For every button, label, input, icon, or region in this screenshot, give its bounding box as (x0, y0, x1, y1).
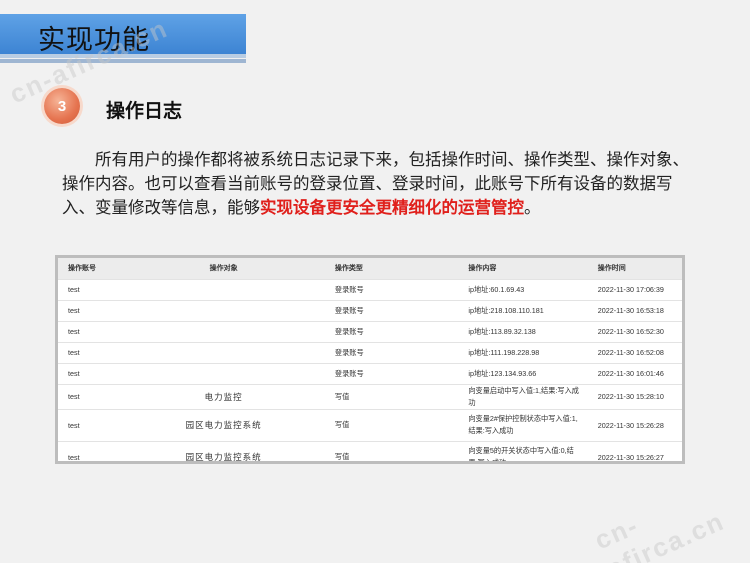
cell-object: 电力监控 (122, 383, 325, 409)
table-row: test 登录账号 ip地址:60.1.69.43 2022-11-30 17:… (58, 278, 682, 300)
cell-type: 登录账号 (324, 362, 459, 384)
cell-time: 2022-11-30 17:06:39 (587, 278, 682, 300)
table-header-row: 操作账号 操作对象 操作类型 操作内容 操作时间 (58, 258, 682, 279)
cell-type: 写值 (324, 408, 459, 441)
cell-content: ip地址:111.198.228.98 (458, 341, 588, 363)
operation-log-table: 操作账号 操作对象 操作类型 操作内容 操作时间 test 登录账号 ip地址:… (58, 258, 682, 461)
cell-account: test (58, 278, 123, 300)
column-header-time: 操作时间 (587, 258, 682, 279)
table-row: test 登录账号 ip地址:113.89.32.138 2022-11-30 … (58, 320, 682, 342)
cell-time: 2022-11-30 15:28:10 (587, 383, 682, 409)
operation-log-screenshot: 操作账号 操作对象 操作类型 操作内容 操作时间 test 登录账号 ip地址:… (55, 255, 685, 464)
cell-account: test (58, 440, 123, 461)
cell-object (122, 278, 325, 300)
section-title: 操作日志 (106, 100, 183, 122)
section-number-badge: 3 (44, 88, 80, 124)
column-header-type: 操作类型 (324, 258, 459, 279)
table-row: test 园区电力监控系统 写值 向变量2#保护控制状态中写入值:1,结果:写入… (58, 408, 682, 441)
table-row: test 登录账号 ip地址:123.134.93.66 2022-11-30 … (58, 362, 682, 384)
cell-account: test (58, 362, 123, 384)
cell-type: 登录账号 (324, 341, 459, 363)
cell-content: ip地址:218.108.110.181 (458, 299, 588, 321)
watermark: cn-afirca.cn (590, 505, 730, 563)
column-header-content: 操作内容 (458, 258, 588, 279)
description-highlight: 实现设备更安全更精细化的运营管控 (260, 198, 524, 217)
title-underline (0, 59, 246, 63)
cell-object: 园区电力监控系统 (122, 408, 325, 441)
column-header-account: 操作账号 (58, 258, 123, 279)
page-title: 实现功能 (38, 25, 150, 56)
cell-time: 2022-11-30 16:52:08 (587, 341, 682, 363)
cell-time: 2022-11-30 15:26:27 (587, 440, 682, 461)
description-suffix: 。 (524, 198, 541, 217)
cell-content: ip地址:123.134.93.66 (458, 362, 588, 384)
cell-object (122, 299, 325, 321)
cell-content: ip地址:60.1.69.43 (458, 278, 588, 300)
column-header-object: 操作对象 (122, 258, 325, 279)
cell-time: 2022-11-30 15:26:28 (587, 408, 682, 441)
cell-account: test (58, 383, 123, 409)
cell-object (122, 362, 325, 384)
table-row: test 电力监控 写值 向变量启动中写入值:1,结果:写入成功 2022-11… (58, 383, 682, 409)
cell-account: test (58, 299, 123, 321)
cell-type: 登录账号 (324, 320, 459, 342)
table-row: test 登录账号 ip地址:111.198.228.98 2022-11-30… (58, 341, 682, 363)
cell-content: 向变量2#保护控制状态中写入值:1,结果:写入成功 (458, 408, 588, 441)
cell-content: ip地址:113.89.32.138 (458, 320, 588, 342)
table-row: test 园区电力监控系统 写值 向变量5的开关状态中写入值:0,结果:写入成功… (58, 440, 682, 461)
cell-object (122, 320, 325, 342)
cell-type: 写值 (324, 440, 459, 461)
cell-time: 2022-11-30 16:01:46 (587, 362, 682, 384)
cell-object: 园区电力监控系统 (122, 440, 325, 461)
table-row: test 登录账号 ip地址:218.108.110.181 2022-11-3… (58, 299, 682, 321)
cell-object (122, 341, 325, 363)
cell-type: 登录账号 (324, 299, 459, 321)
cell-time: 2022-11-30 16:53:18 (587, 299, 682, 321)
cell-account: test (58, 320, 123, 342)
cell-time: 2022-11-30 16:52:30 (587, 320, 682, 342)
cell-type: 写值 (324, 383, 459, 409)
cell-type: 登录账号 (324, 278, 459, 300)
description-paragraph: 所有用户的操作都将被系统日志记录下来，包括操作时间、操作类型、操作对象、操作内容… (62, 148, 692, 220)
cell-content: 向变量5的开关状态中写入值:0,结果:写入成功 (458, 440, 588, 461)
cell-account: test (58, 341, 123, 363)
cell-account: test (58, 408, 123, 441)
cell-content: 向变量启动中写入值:1,结果:写入成功 (458, 383, 588, 409)
